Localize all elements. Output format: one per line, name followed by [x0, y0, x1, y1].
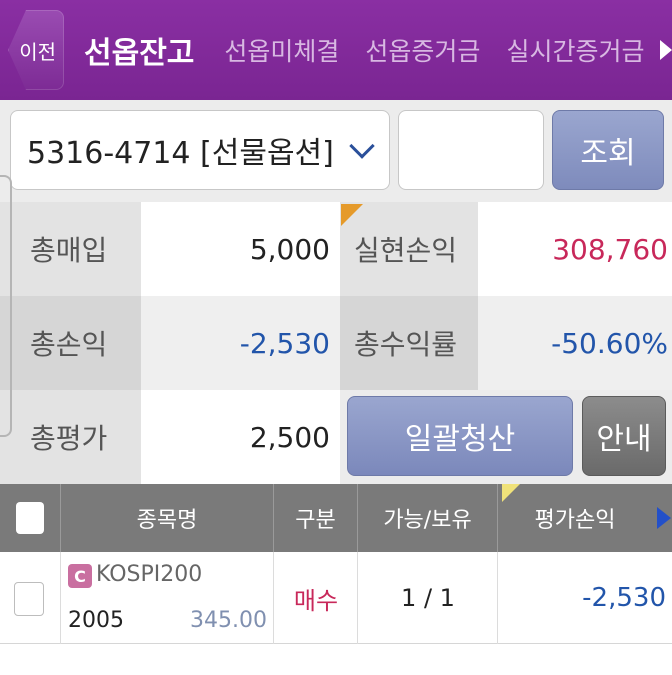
header-eval-pnl[interactable]: 평가손익 — [498, 484, 672, 552]
instrument-name: KOSPI200 — [96, 562, 203, 587]
total-purchase-label: 총매입 — [0, 202, 141, 296]
chevron-down-icon — [349, 133, 375, 159]
query-button[interactable]: 조회 — [552, 110, 664, 190]
total-pnl-value: -2,530 — [141, 296, 340, 390]
position-side: 매수 — [293, 586, 339, 615]
row-checkbox[interactable] — [14, 582, 44, 616]
eval-pnl-value: -2,530 — [582, 583, 666, 613]
tab-unfilled-orders[interactable]: 선옵미체결 — [224, 32, 339, 68]
position-qty: 1 / 1 — [401, 584, 455, 612]
tab-scroll-right-icon[interactable] — [660, 40, 672, 60]
select-all-checkbox[interactable] — [16, 502, 44, 534]
total-eval-label: 총평가 — [0, 390, 141, 484]
total-purchase-value: 5,000 — [141, 202, 340, 296]
guide-button-label: 안내 — [596, 422, 652, 457]
call-option-badge: C — [68, 564, 92, 588]
total-return-label: 총수익률 — [340, 296, 478, 390]
header-qty[interactable]: 가능/보유 — [358, 484, 498, 552]
realized-pnl-value: 308,760 — [478, 202, 672, 296]
password-input[interactable] — [398, 110, 544, 190]
info-corner-icon — [341, 204, 363, 226]
side-drawer-handle[interactable] — [0, 175, 12, 437]
account-bar: 5316-4714 [선물옵션] 조회 — [0, 100, 672, 202]
strike-price: 345.00 — [190, 608, 267, 633]
header-side[interactable]: 구분 — [274, 484, 358, 552]
tab-realtime-margin[interactable]: 실시간증거금 — [506, 32, 644, 68]
account-select[interactable]: 5316-4714 [선물옵션] — [10, 110, 390, 190]
account-select-value: 5316-4714 [선물옵션] — [27, 136, 334, 171]
next-columns-icon[interactable] — [657, 507, 671, 529]
query-button-label: 조회 — [580, 136, 636, 171]
back-button[interactable]: 이전 — [8, 10, 64, 90]
tab-strip: 선옵잔고 선옵미체결 선옵증거금 실시간증거금 — [70, 0, 670, 100]
tab-margin[interactable]: 선옵증거금 — [365, 32, 480, 68]
header-corner-icon — [502, 484, 520, 502]
total-eval-value: 2,500 — [141, 390, 340, 484]
total-pnl-label: 총손익 — [0, 296, 141, 390]
table-header: 종목명 구분 가능/보유 평가손익 — [0, 484, 672, 552]
tab-futures-balance[interactable]: 선옵잔고 — [84, 28, 194, 72]
header-name[interactable]: 종목명 — [61, 484, 274, 552]
instrument-code: 2005 — [68, 608, 124, 633]
guide-button[interactable]: 안내 — [582, 396, 666, 476]
bulk-liquidate-label: 일괄청산 — [404, 422, 516, 457]
back-label: 이전 — [19, 39, 56, 64]
total-return-value: -50.60% — [478, 296, 672, 390]
bulk-liquidate-button[interactable]: 일괄청산 — [347, 396, 573, 476]
top-tab-bar: 이전 선옵잔고 선옵미체결 선옵증거금 실시간증거금 — [0, 0, 672, 100]
